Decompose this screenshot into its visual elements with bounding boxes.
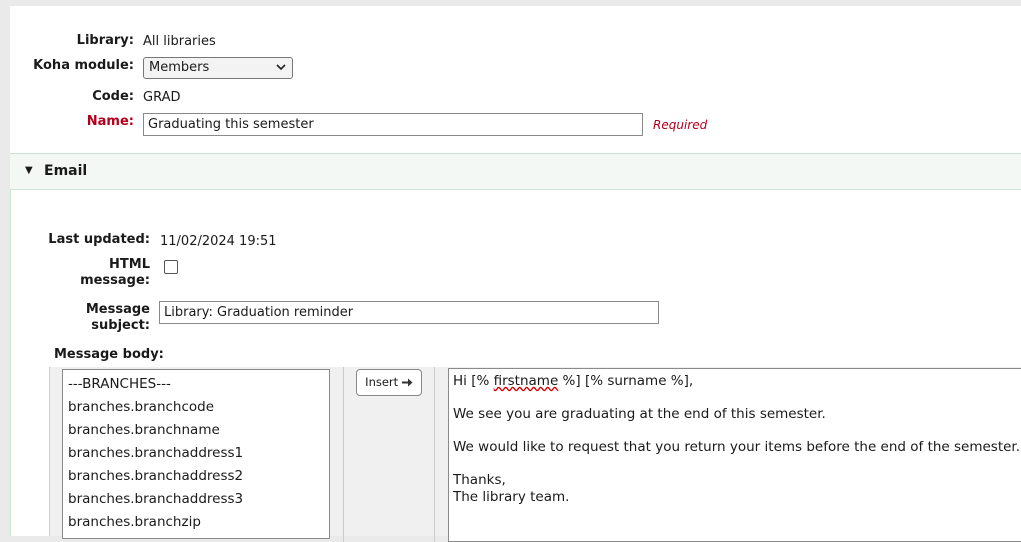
code-label: Code: xyxy=(92,89,134,104)
field-list-option[interactable]: branches.branchcode xyxy=(63,396,329,419)
html-message-label-line2: message: xyxy=(80,273,150,288)
library-label: Library: xyxy=(76,33,134,48)
collapse-triangle-icon: ▼ xyxy=(25,165,33,176)
notice-form-panel: Library: All libraries Koha module: Memb… xyxy=(10,6,1021,542)
message-subject-input[interactable]: Library: Graduation reminder xyxy=(159,301,659,324)
misspelled-word: firstname xyxy=(493,373,559,389)
email-section-title: Email xyxy=(44,163,88,179)
column-divider xyxy=(343,367,344,542)
message-subject-label-line1: Message xyxy=(85,302,150,317)
name-label: Name: xyxy=(86,114,134,129)
message-subject-label-line2: subject: xyxy=(91,318,150,333)
koha-module-select[interactable]: Members xyxy=(143,57,293,79)
insert-button[interactable]: Insert xyxy=(356,369,422,396)
body-line: We would like to request that you return… xyxy=(453,439,1021,455)
field-list-select[interactable]: ---BRANCHES--- branches.branchcode branc… xyxy=(62,369,330,539)
body-line: Thanks, xyxy=(453,472,506,488)
html-message-checkbox[interactable] xyxy=(164,260,178,274)
field-list-option[interactable]: branches.branchname xyxy=(63,419,329,442)
field-list-option[interactable]: branches.branchaddress2 xyxy=(63,465,329,488)
field-list-option[interactable]: branches.branchaddress3 xyxy=(63,488,329,511)
email-section-header[interactable]: ▼ Email xyxy=(10,153,1021,190)
last-updated-label: Last updated: xyxy=(48,232,150,247)
field-list-option[interactable]: ---BRANCHES--- xyxy=(63,373,329,396)
arrow-right-icon xyxy=(401,375,413,389)
message-body-textarea[interactable]: Hi [% firstname %] [% surname %], We see… xyxy=(448,368,1021,542)
name-input[interactable]: Graduating this semester xyxy=(143,113,643,136)
koha-module-label: Koha module: xyxy=(33,58,134,73)
koha-module-selected: Members xyxy=(149,60,210,75)
body-line: The library team. xyxy=(453,489,570,505)
field-list-option[interactable]: branches.branchzip xyxy=(63,511,329,534)
field-list-option[interactable]: branches.branchaddress1 xyxy=(63,442,329,465)
html-message-label-line1: HTML xyxy=(109,257,150,272)
last-updated-value: 11/02/2024 19:51 xyxy=(160,234,277,249)
body-text: Hi [% xyxy=(453,373,494,389)
body-line-greeting: Hi [% firstname %] [% surname %], xyxy=(453,373,1017,390)
chevron-down-icon xyxy=(276,61,286,77)
body-line: We see you are graduating at the end of … xyxy=(453,406,826,422)
required-indicator: Required xyxy=(653,118,708,132)
body-text: %] [% surname %], xyxy=(558,373,694,389)
message-body-label: Message body: xyxy=(54,347,164,362)
code-value: GRAD xyxy=(143,90,181,105)
library-value: All libraries xyxy=(143,34,216,49)
column-divider xyxy=(434,367,435,542)
insert-button-label: Insert xyxy=(365,375,399,389)
